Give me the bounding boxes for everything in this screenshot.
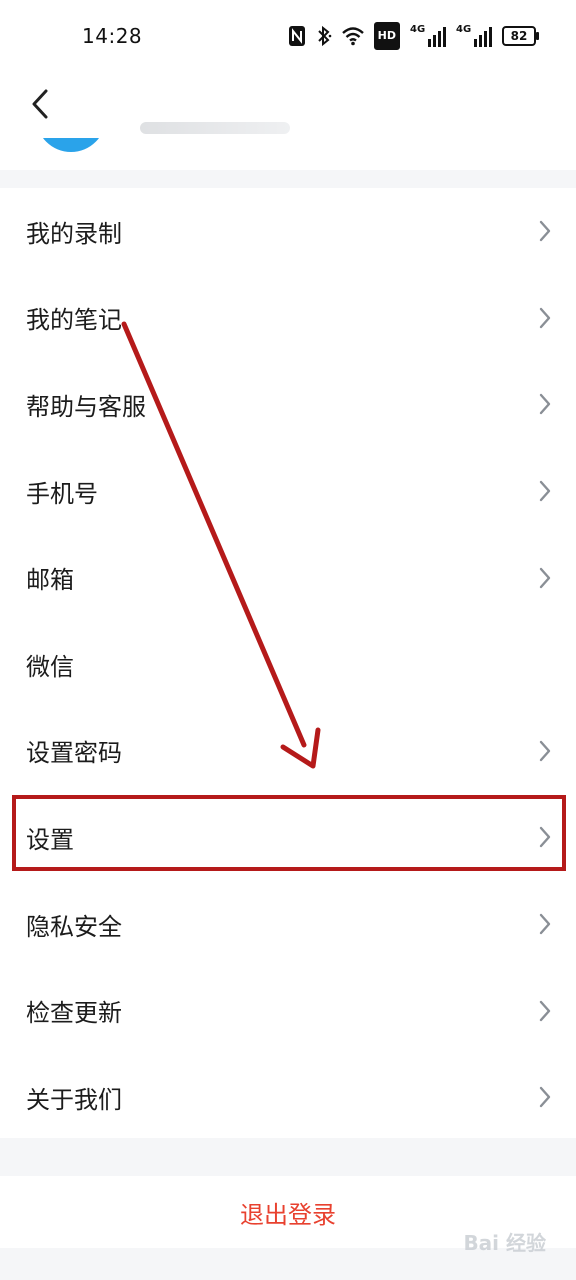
chevron-right-icon [539, 394, 551, 415]
4g-signal-icon: 4G [410, 24, 446, 47]
menu-item-settings[interactable]: 设置 [0, 794, 576, 881]
menu-item-label: 检查更新 [26, 999, 122, 1028]
status-icons: HD 4G 4G 82 [288, 22, 539, 50]
menu-item-my-notes[interactable]: 我的笔记 [0, 275, 576, 362]
4g-signal-icon: 4G [456, 24, 492, 47]
bluetooth-icon [316, 24, 332, 48]
menu-item-label: 我的录制 [26, 219, 122, 248]
status-bar: 14:28 HD 4G 4G 82 [0, 0, 576, 72]
profile-subtitle [140, 122, 290, 134]
chevron-right-icon [539, 567, 551, 588]
chevron-right-icon [539, 1000, 551, 1021]
chevron-right-icon [539, 221, 551, 242]
menu-item-about-us[interactable]: 关于我们 [0, 1054, 576, 1141]
menu-item-label: 关于我们 [26, 1085, 122, 1114]
watermark: Bai 经验 [463, 1231, 546, 1255]
back-button[interactable] [24, 86, 56, 122]
wifi-icon [341, 24, 364, 48]
chevron-right-icon [539, 740, 551, 762]
menu-item-label: 隐私安全 [26, 912, 122, 941]
menu-item-label: 邮箱 [26, 566, 74, 595]
menu-item-phone[interactable]: 手机号 [0, 448, 576, 535]
network-type-label: 4G [456, 24, 472, 35]
menu-item-wechat[interactable]: 微信 [0, 621, 576, 708]
logout-label: 退出登录 [240, 1200, 336, 1229]
status-time: 14:28 [82, 24, 143, 48]
menu-item-label: 帮助与客服 [26, 392, 146, 421]
nfc-icon [288, 24, 306, 48]
menu-item-label: 手机号 [26, 479, 98, 508]
menu-item-label: 微信 [26, 652, 74, 681]
chevron-right-icon [539, 307, 551, 329]
menu-item-label: 我的笔记 [26, 306, 122, 335]
settings-page: 14:28 HD 4G 4G 82 我的录制 我的笔记 帮助与客服 手机号 邮箱… [0, 0, 576, 1280]
menu-item-label: 设置 [26, 825, 74, 854]
menu-item-check-updates[interactable]: 检查更新 [0, 967, 576, 1054]
menu-item-privacy-security[interactable]: 隐私安全 [0, 881, 576, 968]
hd-icon: HD [373, 22, 400, 50]
chevron-left-icon [32, 89, 48, 119]
profile-header [0, 72, 576, 170]
section-divider [0, 1138, 576, 1176]
menu-list: 我的录制 我的笔记 帮助与客服 手机号 邮箱 微信 设置密码 设置 隐私安全 检… [0, 188, 576, 1141]
network-type-label: 4G [410, 24, 426, 35]
menu-item-my-recordings[interactable]: 我的录制 [0, 188, 576, 275]
battery-icon: 82 [502, 26, 539, 46]
menu-item-label: 设置密码 [26, 739, 122, 768]
chevron-right-icon [539, 913, 551, 935]
menu-item-help-support[interactable]: 帮助与客服 [0, 361, 576, 448]
chevron-right-icon [539, 1087, 551, 1108]
chevron-right-icon [539, 480, 551, 502]
menu-item-email[interactable]: 邮箱 [0, 534, 576, 621]
menu-item-set-password[interactable]: 设置密码 [0, 708, 576, 795]
chevron-right-icon [539, 827, 551, 848]
